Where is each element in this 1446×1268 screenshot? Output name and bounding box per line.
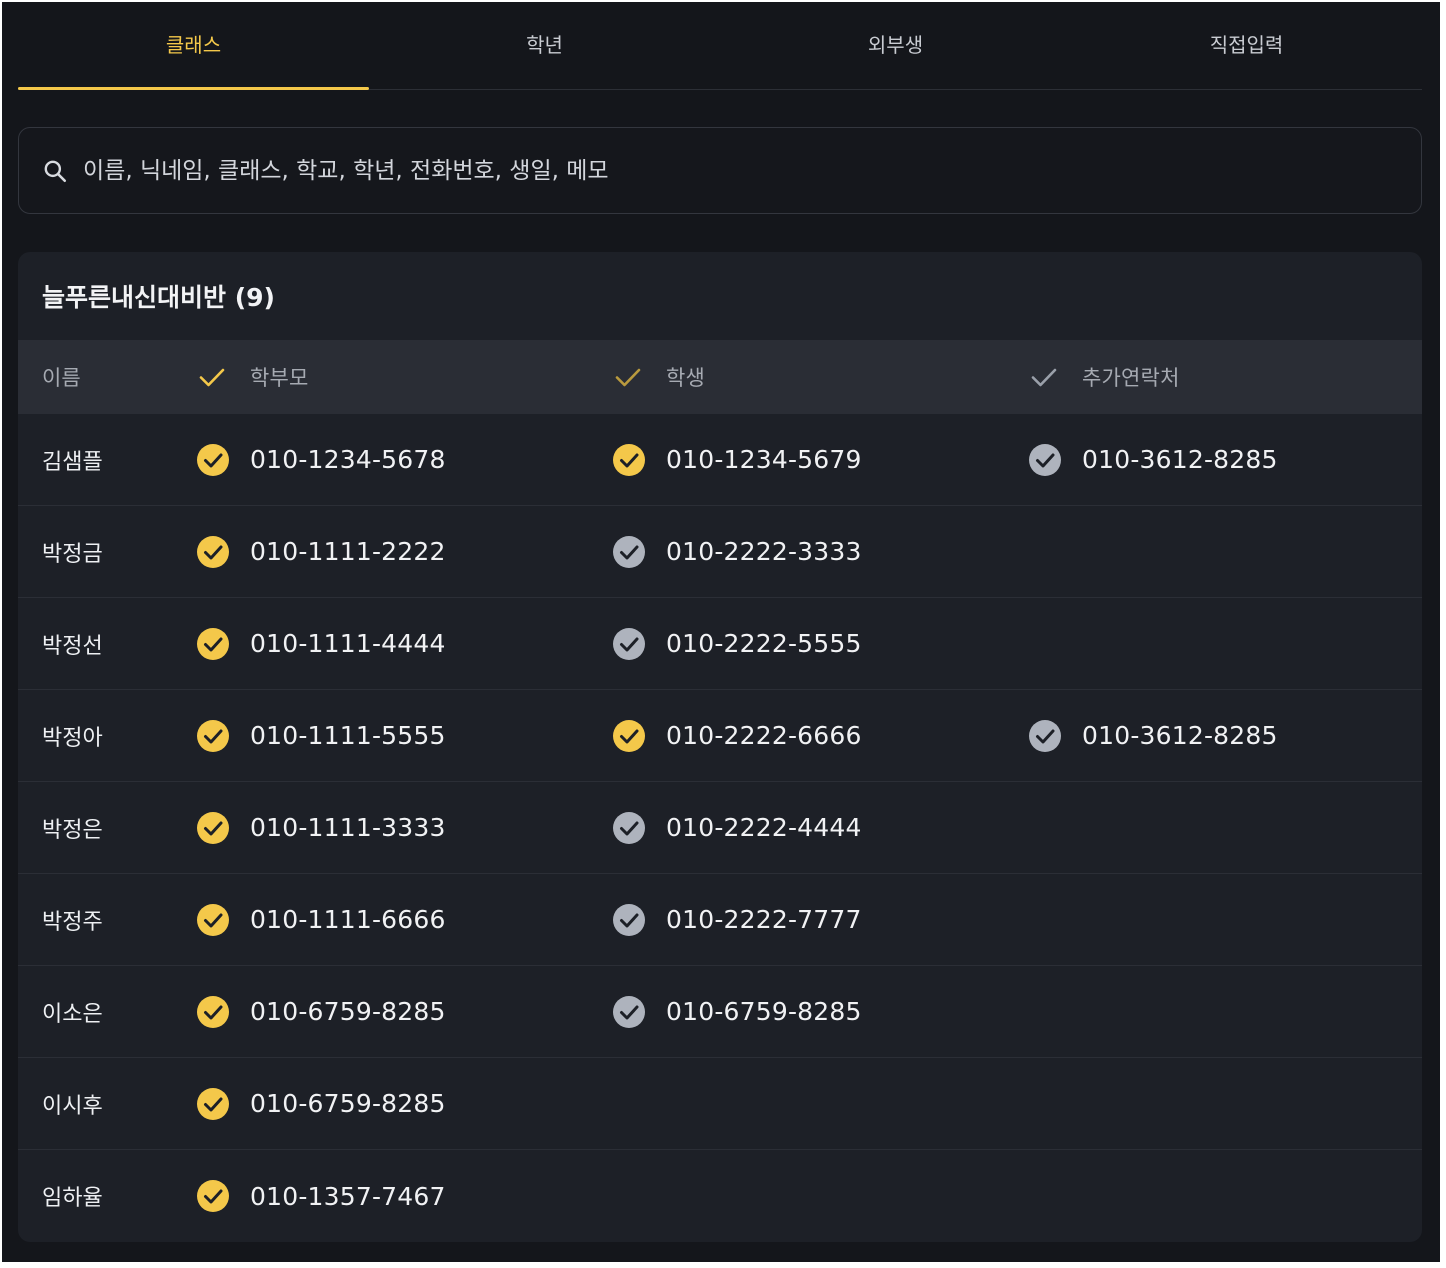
check-icon[interactable] (1028, 361, 1060, 393)
header-name: 이름 (42, 366, 81, 390)
header-student-label: 학생 (666, 366, 706, 390)
tab-external-student[interactable]: 외부생 (720, 2, 1071, 89)
table-row: 박정주 010-1111-6666 010-2222-7777 (18, 874, 1422, 966)
extra-phone: 010-3612-8285 (1082, 721, 1278, 750)
check-circle-icon[interactable] (612, 443, 646, 477)
app-frame: 클래스 학년 외부생 직접입력 늘푸른내신대비반 (9) 이름 학부모 학생 (2, 2, 1440, 1262)
check-icon[interactable] (196, 361, 228, 393)
parent-phone: 010-1357-7467 (250, 1181, 446, 1211)
student-phone: 010-2222-6666 (666, 721, 862, 750)
parent-phone-cell[interactable]: 010-1111-3333 (196, 811, 446, 845)
extra-phone-cell[interactable]: 010-3612-8285 (1028, 443, 1278, 477)
student-phone-cell[interactable]: 010-6759-8285 (612, 995, 862, 1029)
check-circle-icon[interactable] (196, 627, 230, 661)
table-row: 이소은 010-6759-8285 010-6759-8285 (18, 966, 1422, 1058)
student-name: 박정선 (42, 633, 103, 659)
search-icon (41, 157, 69, 185)
extra-phone-cell[interactable]: 010-3612-8285 (1028, 719, 1278, 753)
student-phone: 010-2222-7777 (666, 905, 862, 934)
check-circle-icon[interactable] (196, 443, 230, 477)
parent-phone-cell[interactable]: 010-1111-5555 (196, 719, 446, 753)
table-row: 박정금 010-1111-2222 010-2222-3333 (18, 506, 1422, 598)
parent-phone-cell[interactable]: 010-1111-6666 (196, 903, 446, 937)
parent-phone-cell[interactable]: 010-1357-7467 (196, 1179, 446, 1213)
header-extra[interactable]: 추가연락처 (1028, 361, 1180, 393)
parent-phone: 010-1111-6666 (250, 905, 446, 934)
student-name: 박정은 (42, 817, 103, 843)
check-circle-icon[interactable] (196, 535, 230, 569)
check-circle-icon[interactable] (612, 903, 646, 937)
student-name: 박정아 (42, 725, 103, 751)
student-name: 박정주 (42, 909, 103, 935)
parent-phone-cell[interactable]: 010-1111-4444 (196, 627, 446, 661)
check-circle-icon[interactable] (196, 811, 230, 845)
student-phone-cell[interactable]: 010-2222-7777 (612, 903, 862, 937)
check-circle-icon[interactable] (196, 903, 230, 937)
check-circle-icon[interactable] (196, 1179, 230, 1213)
parent-phone: 010-6759-8285 (250, 1089, 446, 1118)
group-title: 늘푸른내신대비반 (9) (42, 283, 275, 312)
header-parent-label: 학부모 (250, 366, 309, 390)
student-phone-cell[interactable]: 010-2222-5555 (612, 627, 862, 661)
parent-phone-cell[interactable]: 010-1234-5678 (196, 443, 446, 477)
tab-bar: 클래스 학년 외부생 직접입력 (18, 2, 1422, 90)
student-phone: 010-1234-5679 (666, 445, 862, 474)
search-box (18, 127, 1422, 214)
check-circle-icon[interactable] (196, 719, 230, 753)
student-name: 이시후 (42, 1093, 103, 1119)
student-phone-cell[interactable]: 010-2222-6666 (612, 719, 862, 753)
table-row: 박정선 010-1111-4444 010-2222-5555 (18, 598, 1422, 690)
header-parent[interactable]: 학부모 (196, 361, 309, 393)
table-row: 김샘플 010-1234-5678 010-1234-5679 010-3612-82… (18, 414, 1422, 506)
parent-phone-cell[interactable]: 010-6759-8285 (196, 995, 446, 1029)
tab-grade[interactable]: 학년 (369, 2, 720, 89)
check-circle-icon[interactable] (612, 627, 646, 661)
parent-phone-cell[interactable]: 010-6759-8285 (196, 1087, 446, 1121)
check-circle-icon[interactable] (612, 811, 646, 845)
parent-phone: 010-1111-2222 (250, 537, 446, 566)
table-body: 김샘플 010-1234-5678 010-1234-5679 010-3612-82… (18, 414, 1422, 1242)
student-phone: 010-2222-5555 (666, 629, 862, 658)
parent-phone: 010-1111-3333 (250, 813, 446, 842)
search-input[interactable] (83, 128, 1421, 213)
student-name: 이소은 (42, 1001, 103, 1027)
tab-direct-input[interactable]: 직접입력 (1071, 2, 1422, 89)
student-name: 김샘플 (42, 449, 103, 475)
student-phone: 010-6759-8285 (666, 997, 862, 1026)
parent-phone: 010-1111-5555 (250, 721, 446, 750)
student-name: 박정금 (42, 541, 103, 567)
table-row: 임하율 010-1357-7467 (18, 1150, 1422, 1242)
parent-phone: 010-6759-8285 (250, 997, 446, 1026)
check-icon[interactable] (612, 361, 644, 393)
check-circle-icon[interactable] (196, 1087, 230, 1121)
check-circle-icon[interactable] (1028, 719, 1062, 753)
check-circle-icon[interactable] (612, 535, 646, 569)
student-phone: 010-2222-4444 (666, 813, 862, 842)
check-circle-icon[interactable] (612, 719, 646, 753)
header-student[interactable]: 학생 (612, 361, 705, 393)
check-circle-icon[interactable] (1028, 443, 1062, 477)
check-circle-icon[interactable] (612, 995, 646, 1029)
student-phone-cell[interactable]: 010-2222-4444 (612, 811, 862, 845)
tab-class[interactable]: 클래스 (18, 2, 369, 90)
parent-phone-cell[interactable]: 010-1111-2222 (196, 535, 446, 569)
extra-phone: 010-3612-8285 (1082, 445, 1278, 474)
class-group-card: 늘푸른내신대비반 (9) 이름 학부모 학생 추가연락처 김샘플 010-1234… (18, 252, 1422, 1242)
table-row: 이시후 010-6759-8285 (18, 1058, 1422, 1150)
student-name: 임하율 (42, 1186, 103, 1211)
parent-phone: 010-1234-5678 (250, 445, 446, 474)
table-header: 이름 학부모 학생 추가연락처 (18, 340, 1422, 414)
check-circle-icon[interactable] (196, 995, 230, 1029)
student-phone-cell[interactable]: 010-1234-5679 (612, 443, 862, 477)
student-phone: 010-2222-3333 (666, 537, 862, 566)
table-row: 박정아 010-1111-5555 010-2222-6666 010-3612-82… (18, 690, 1422, 782)
header-extra-label: 추가연락처 (1082, 366, 1180, 390)
table-row: 박정은 010-1111-3333 010-2222-4444 (18, 782, 1422, 874)
student-phone-cell[interactable]: 010-2222-3333 (612, 535, 862, 569)
parent-phone: 010-1111-4444 (250, 629, 446, 658)
